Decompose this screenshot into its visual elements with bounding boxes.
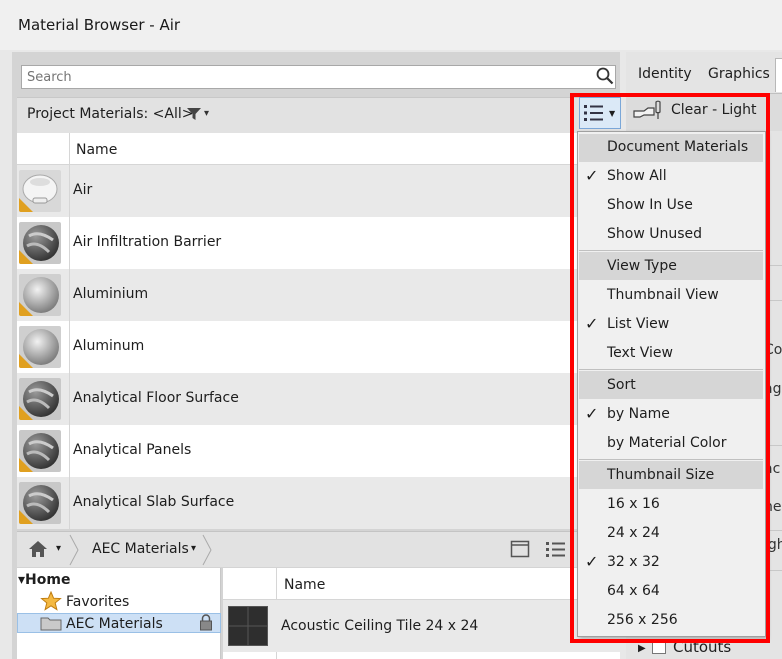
search-icon[interactable] [596, 67, 614, 85]
breadcrumb-aec-materials[interactable]: AEC Materials [92, 541, 189, 557]
breadcrumb-chevron-icon [202, 534, 212, 566]
column-separator [69, 321, 70, 373]
column-separator [69, 425, 70, 477]
material-thumbnail [19, 170, 61, 212]
material-row[interactable]: Air [17, 165, 620, 217]
library-item-name: Acoustic Ceiling Tile 24 x 24 [281, 618, 479, 634]
column-separator [69, 133, 70, 165]
material-row[interactable]: Analytical Panels [17, 425, 620, 477]
tree-aec-label: AEC Materials [66, 616, 163, 632]
library-view-options-icon[interactable] [545, 540, 567, 558]
material-row[interactable]: Aluminum [17, 321, 620, 373]
material-name: Analytical Panels [73, 442, 192, 458]
column-separator [69, 217, 70, 269]
lock-icon [200, 614, 212, 631]
material-name: Aluminum [73, 338, 145, 354]
material-thumbnail [19, 326, 61, 368]
material-name: Analytical Slab Surface [73, 494, 235, 510]
tree-item-favorites[interactable]: Favorites [66, 594, 129, 610]
filter-dropdown-caret[interactable]: ▾ [204, 108, 209, 119]
material-row[interactable]: Aluminium [17, 269, 620, 321]
library-list-header [223, 568, 620, 600]
tree-item-home[interactable]: ▾Home [18, 572, 70, 588]
toggle-panel-icon[interactable] [510, 540, 530, 558]
window-title: Material Browser - Air [18, 16, 181, 34]
material-thumbnail [19, 482, 61, 524]
search-input[interactable] [22, 66, 582, 88]
material-name: Air Infiltration Barrier [73, 234, 222, 250]
material-thumbnail [19, 274, 61, 316]
library-name-column-header[interactable]: Name [284, 577, 325, 593]
material-name: Air [73, 182, 93, 198]
warning-badge-icon [19, 406, 33, 420]
name-column-header[interactable]: Name [76, 142, 117, 158]
material-row[interactable]: Analytical Slab Surface [17, 477, 620, 529]
tab-identity[interactable]: Identity [638, 66, 692, 82]
tab-appearance[interactable] [775, 58, 782, 92]
column-separator [69, 165, 70, 217]
filter-icon[interactable] [186, 106, 202, 122]
folder-icon [40, 617, 62, 631]
breadcrumb-chevron-icon [69, 534, 79, 566]
column-separator [69, 373, 70, 425]
breadcrumb-dropdown-caret[interactable]: ▾ [191, 543, 196, 554]
home-icon[interactable] [28, 540, 48, 558]
material-row[interactable]: Air Infiltration Barrier [17, 217, 620, 269]
project-materials-label: Project Materials: <All> [27, 106, 194, 122]
material-thumbnail [19, 430, 61, 472]
material-thumbnail [19, 378, 61, 420]
tree-home-label: Home [25, 572, 71, 588]
material-thumbnail [19, 222, 61, 264]
warning-badge-icon [19, 198, 33, 212]
search-field[interactable] [21, 65, 616, 89]
column-separator [69, 269, 70, 321]
column-separator [69, 477, 70, 529]
expand-arrow-icon[interactable]: ▶ [638, 643, 646, 654]
warning-badge-icon [19, 510, 33, 524]
home-dropdown-caret[interactable]: ▾ [56, 543, 61, 554]
favorites-star-icon [40, 591, 62, 611]
warning-badge-icon [19, 354, 33, 368]
warning-badge-icon [19, 250, 33, 264]
highlight-box [570, 93, 770, 643]
material-row[interactable]: Analytical Floor Surface [17, 373, 620, 425]
material-name: Aluminium [73, 286, 149, 302]
warning-badge-icon [19, 302, 33, 316]
warning-badge-icon [19, 458, 33, 472]
tab-graphics[interactable]: Graphics [708, 66, 770, 82]
library-thumbnail [228, 606, 268, 646]
material-name: Analytical Floor Surface [73, 390, 239, 406]
